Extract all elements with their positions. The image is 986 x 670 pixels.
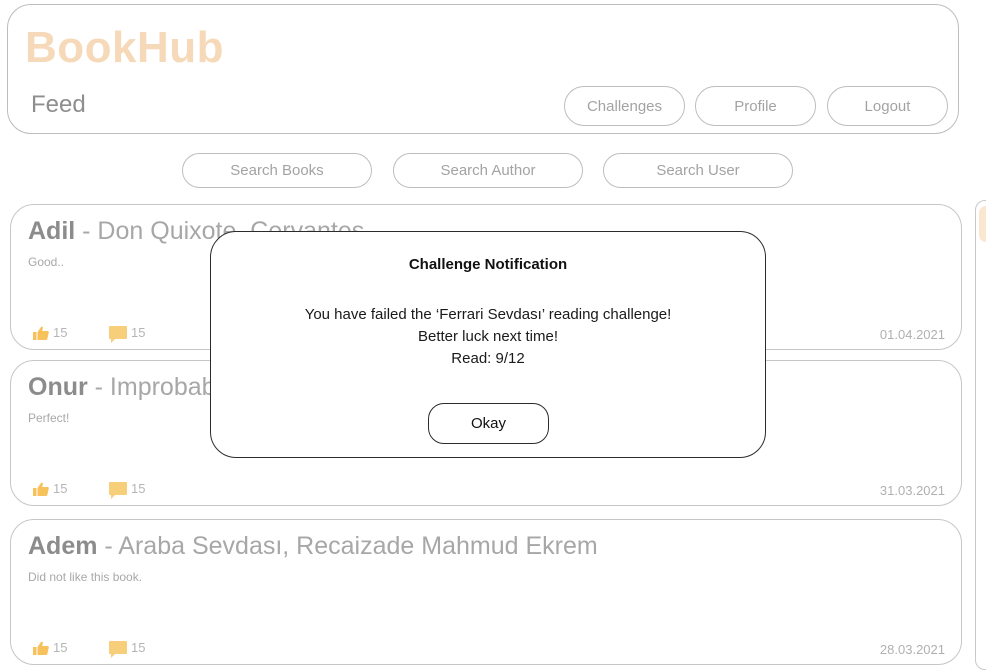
app-header: BookHub Feed Challenges Profile Logout xyxy=(7,4,959,134)
dialog-title: Challenge Notification xyxy=(408,256,568,273)
dialog-message-line: Better luck next time! xyxy=(417,328,559,345)
post-date: 31.03.2021 xyxy=(879,483,945,498)
search-author-button[interactable]: Search Author xyxy=(393,153,583,188)
comment-count: 15 xyxy=(131,481,146,496)
comment-button[interactable]: 15 xyxy=(109,325,146,343)
side-panel-tab[interactable] xyxy=(979,206,986,242)
post-username[interactable]: Adil xyxy=(28,217,75,245)
post-heading: Onur - Improbable xyxy=(28,373,235,402)
comment-icon xyxy=(109,641,127,658)
side-panel[interactable] xyxy=(975,200,986,670)
logout-button[interactable]: Logout xyxy=(827,86,948,126)
thumbs-up-icon xyxy=(33,641,49,655)
comment-icon xyxy=(109,482,127,499)
app-logo: BookHub xyxy=(25,23,225,72)
like-button[interactable]: 15 xyxy=(33,640,67,655)
okay-button[interactable]: Okay xyxy=(428,403,549,444)
dialog-read-count: Read: 9/12 xyxy=(451,350,525,367)
like-count: 15 xyxy=(53,481,68,496)
post-username[interactable]: Adem xyxy=(28,532,97,560)
post-date: 28.03.2021 xyxy=(879,642,945,657)
thumbs-up-icon xyxy=(33,326,49,340)
search-books-button[interactable]: Search Books xyxy=(182,153,372,188)
post-heading: Adem - Araba Sevdası, Recaizade Mahmud E… xyxy=(28,532,598,561)
like-button[interactable]: 15 xyxy=(33,481,67,496)
dialog-message: You have failed the ‘Ferrari Sevdası’ re… xyxy=(211,304,765,370)
like-count: 15 xyxy=(53,640,68,655)
comment-button[interactable]: 15 xyxy=(109,481,146,499)
comment-count: 15 xyxy=(131,325,146,340)
post-date: 01.04.2021 xyxy=(879,327,945,342)
like-count: 15 xyxy=(53,325,68,340)
post-review: Did not like this book. xyxy=(28,570,143,584)
comment-count: 15 xyxy=(131,640,146,655)
comment-button[interactable]: 15 xyxy=(109,640,146,658)
post-review: Good.. xyxy=(28,255,65,269)
post-username[interactable]: Onur xyxy=(28,373,88,401)
dialog-message-line: You have failed the ‘Ferrari Sevdası’ re… xyxy=(304,306,672,323)
page-title: Feed xyxy=(31,91,86,118)
challenge-notification-dialog: Challenge Notification You have failed t… xyxy=(210,231,766,458)
comment-icon xyxy=(109,326,127,343)
search-user-button[interactable]: Search User xyxy=(603,153,793,188)
like-button[interactable]: 15 xyxy=(33,325,67,340)
feed-post[interactable]: Adem - Araba Sevdası, Recaizade Mahmud E… xyxy=(10,519,962,665)
post-review: Perfect! xyxy=(28,411,70,425)
post-book[interactable]: - Araba Sevdası, Recaizade Mahmud Ekrem xyxy=(97,532,597,560)
profile-button[interactable]: Profile xyxy=(695,86,816,126)
thumbs-up-icon xyxy=(33,482,49,496)
challenges-button[interactable]: Challenges xyxy=(564,86,685,126)
